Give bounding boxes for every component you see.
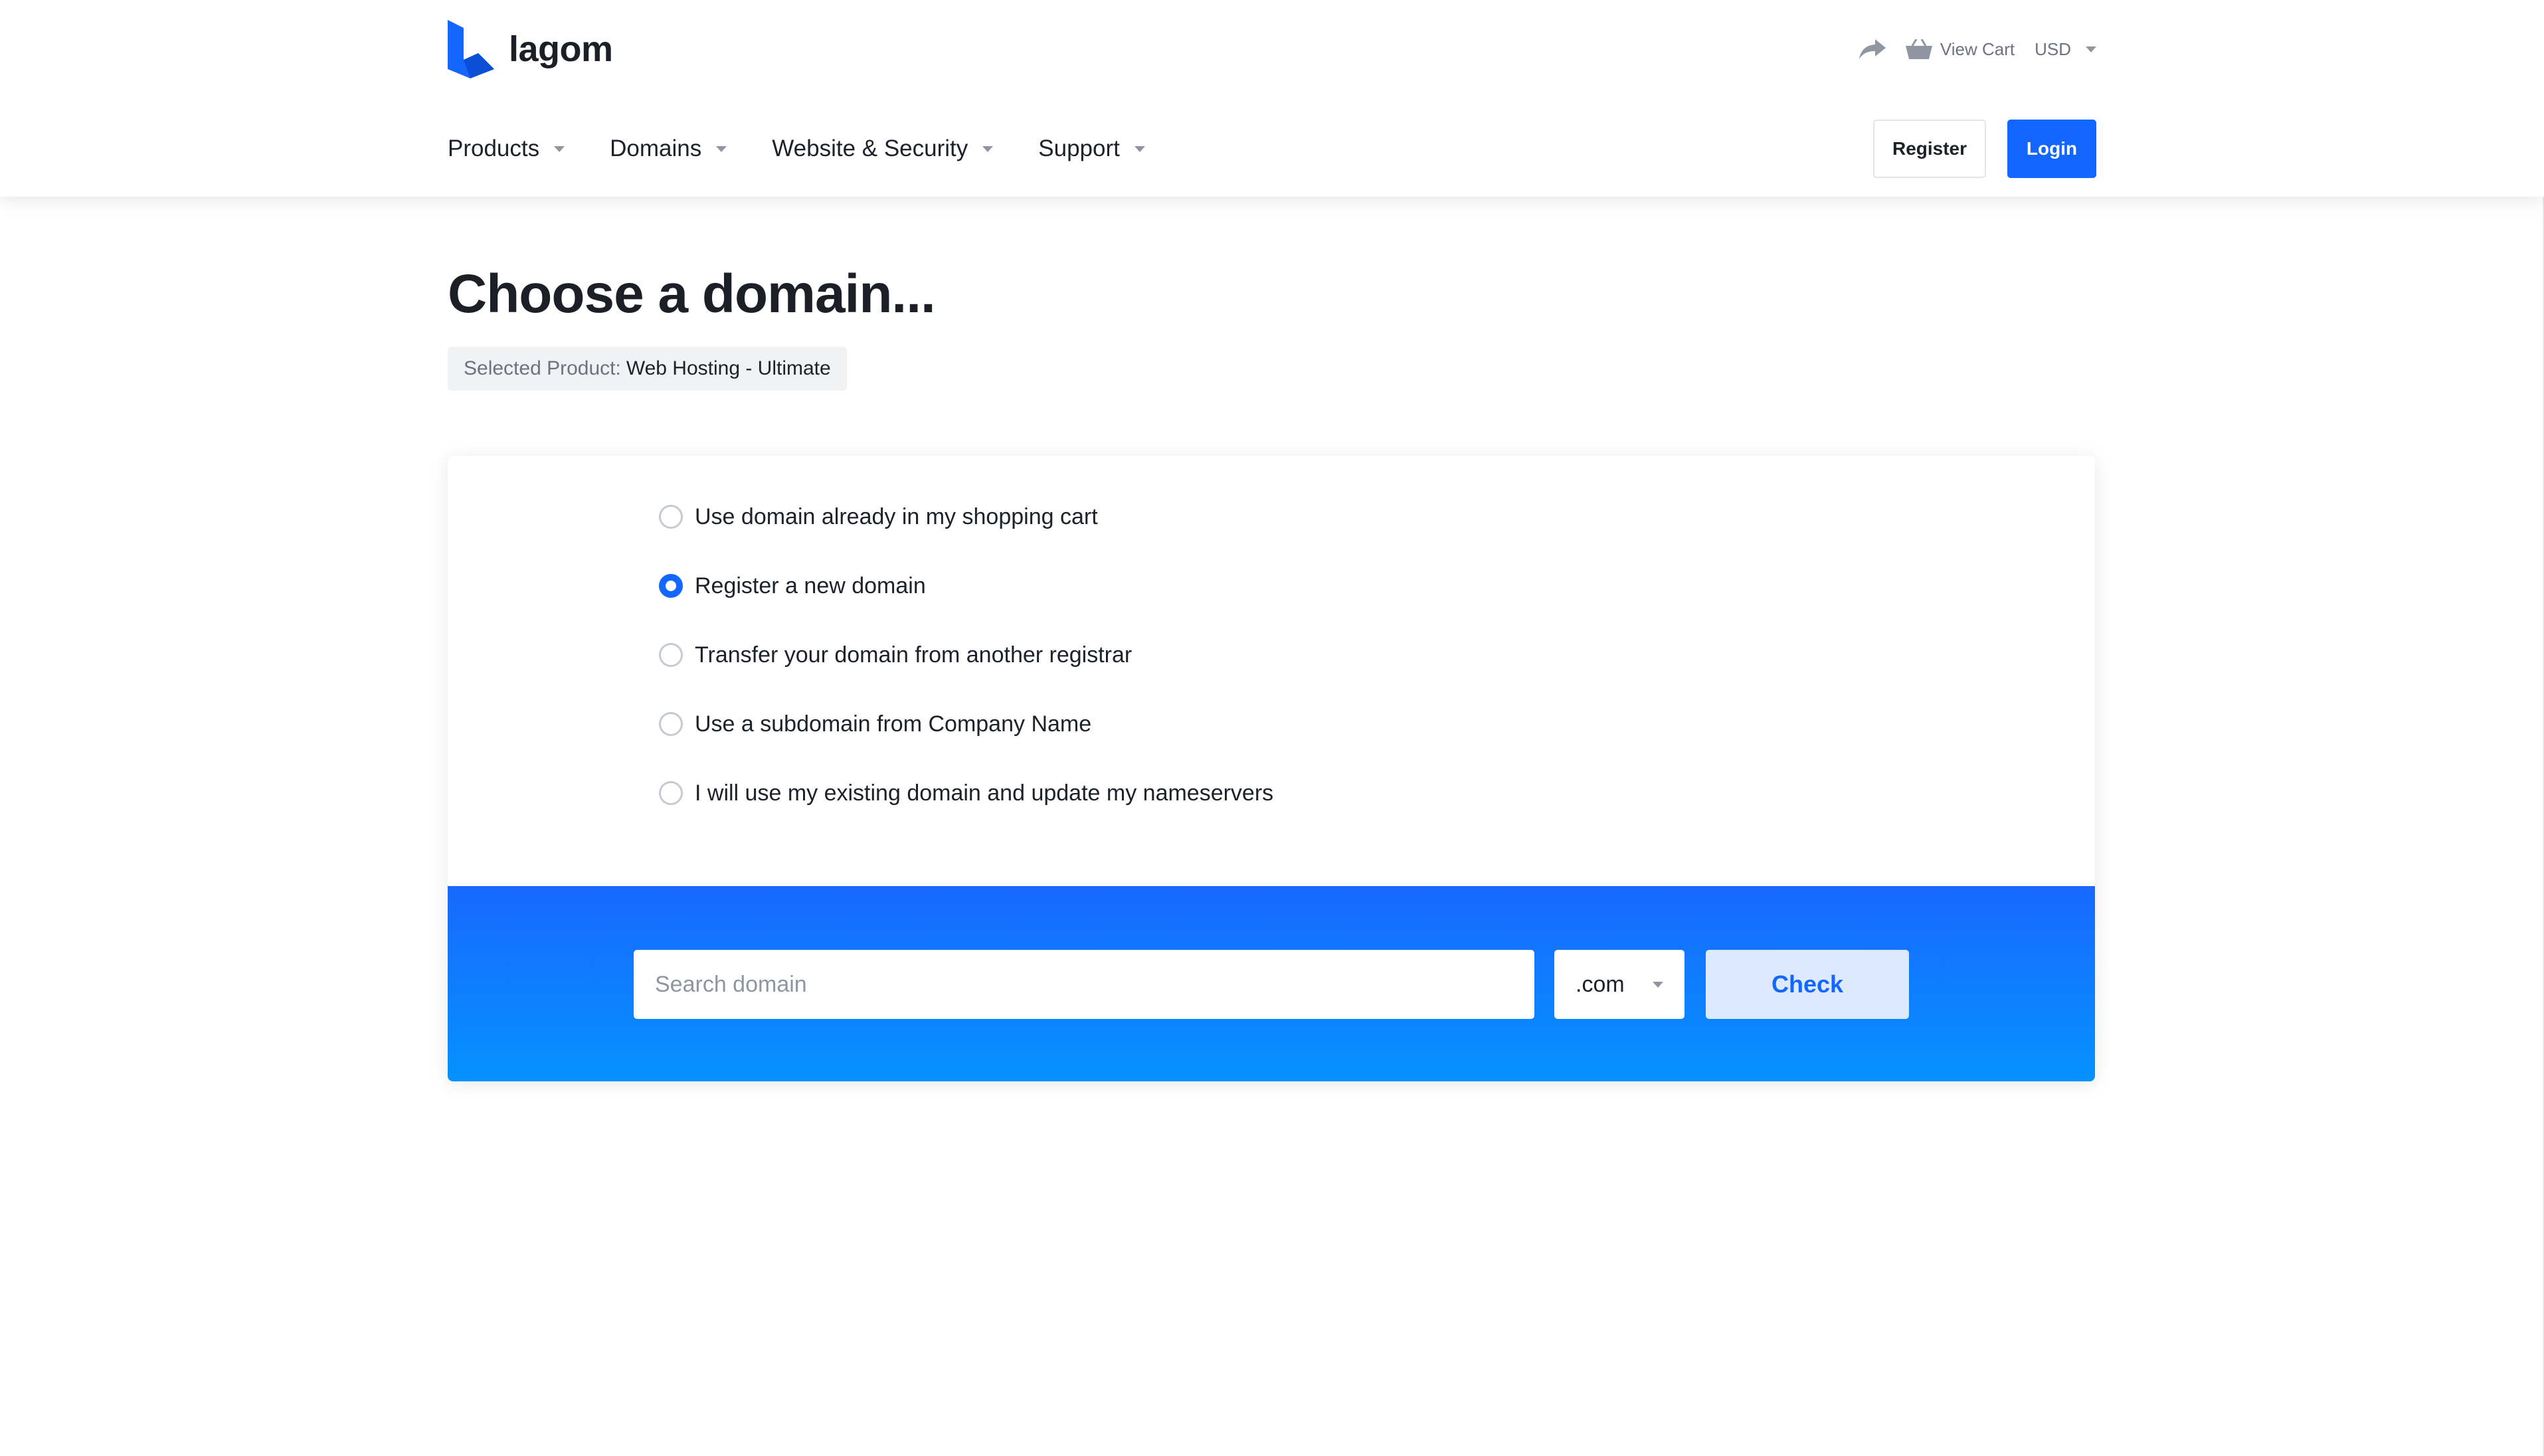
view-cart-label: View Cart: [1940, 39, 2015, 59]
domain-option-nameservers[interactable]: I will use my existing domain and update…: [659, 759, 1273, 828]
domain-option-label: Use domain already in my shopping cart: [695, 503, 1098, 529]
domain-option-subdomain[interactable]: Use a subdomain from Company Name: [659, 689, 1273, 759]
topbar: View Cart USD: [1859, 32, 2096, 66]
nav-item-label: Domains: [610, 136, 702, 161]
radio-button[interactable]: [659, 781, 683, 805]
share-button[interactable]: [1859, 39, 1886, 59]
selected-product-key: Selected Product:: [464, 357, 621, 379]
check-button[interactable]: Check: [1706, 950, 1909, 1019]
tld-selected-value: .com: [1576, 971, 1625, 997]
chevron-down-icon: [716, 145, 727, 152]
search-domain-input[interactable]: [634, 950, 1534, 1019]
chevron-down-icon: [982, 145, 994, 152]
nav-item-label: Products: [448, 136, 540, 161]
currency-label: USD: [2035, 39, 2071, 59]
page-title: Choose a domain...: [448, 264, 936, 324]
selected-product-badge: Selected Product: Web Hosting - Ultimate: [448, 347, 847, 391]
domain-option-label: Transfer your domain from another regist…: [695, 642, 1133, 668]
domain-search-panel: .com Check: [448, 886, 2095, 1081]
domain-option-cart[interactable]: Use domain already in my shopping cart: [659, 482, 1273, 551]
nav-item-website-security[interactable]: Website & Security: [772, 136, 994, 162]
nav-item-label: Website & Security: [772, 136, 968, 161]
currency-selector[interactable]: USD: [2035, 39, 2096, 60]
brand-name: lagom: [509, 29, 613, 69]
register-button[interactable]: Register: [1873, 120, 1986, 178]
domain-option-register[interactable]: Register a new domain: [659, 551, 1273, 620]
basket-icon: [1905, 39, 1932, 59]
nav-item-products[interactable]: Products: [448, 136, 565, 162]
chevron-down-icon: [1653, 981, 1663, 988]
chevron-down-icon: [1134, 145, 1145, 152]
selected-product-value: Web Hosting - Ultimate: [626, 357, 831, 379]
chevron-down-icon: [554, 145, 565, 152]
site-header: lagom View Cart USD Products Domains Web…: [0, 0, 2544, 197]
domain-options-list: Use domain already in my shopping cart R…: [659, 482, 1273, 828]
domain-options-card: Use domain already in my shopping cart R…: [448, 456, 2095, 1081]
radio-button[interactable]: [659, 643, 683, 667]
domain-option-transfer[interactable]: Transfer your domain from another regist…: [659, 620, 1273, 689]
radio-button[interactable]: [659, 712, 683, 736]
chevron-down-icon: [2086, 46, 2096, 52]
nav-item-domains[interactable]: Domains: [610, 136, 727, 162]
main-nav: Products Domains Website & Security Supp…: [448, 130, 1190, 167]
radio-button-checked[interactable]: [659, 574, 683, 598]
radio-button[interactable]: [659, 505, 683, 529]
auth-buttons: Register Login: [1873, 120, 2096, 178]
login-button[interactable]: Login: [2007, 120, 2096, 178]
tld-select[interactable]: .com: [1554, 950, 1684, 1019]
domain-option-label: Use a subdomain from Company Name: [695, 711, 1092, 737]
nav-item-support[interactable]: Support: [1038, 136, 1145, 162]
domain-option-label: Register a new domain: [695, 573, 926, 598]
domain-option-label: I will use my existing domain and update…: [695, 780, 1274, 806]
view-cart-link[interactable]: View Cart: [1905, 39, 2015, 60]
brand-logo[interactable]: lagom: [448, 20, 613, 78]
nav-item-label: Support: [1038, 136, 1120, 161]
share-arrow-icon: [1859, 39, 1886, 59]
lagom-logo-icon: [448, 20, 494, 78]
